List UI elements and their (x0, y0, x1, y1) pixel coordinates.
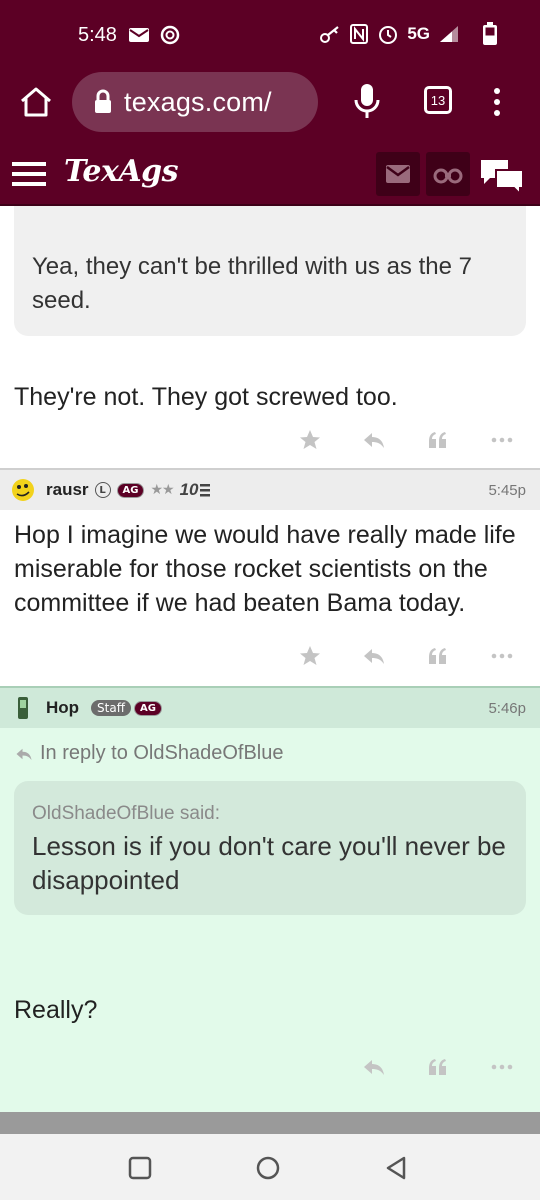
staff-post-body: In reply to OldShadeOfBlue OldShadeOfBlu… (0, 728, 540, 1112)
network-label: 5G (407, 24, 430, 43)
quoted-text: OldShadeOfBlue said: Lesson is if you do… (14, 781, 526, 915)
post-actions (0, 638, 540, 674)
envelope-icon (386, 165, 410, 183)
url-bar[interactable]: texags.com/ (72, 72, 318, 132)
reply-icon[interactable] (362, 644, 386, 668)
post-time: 5:45p (488, 481, 526, 499)
home-nav-icon[interactable] (254, 1154, 282, 1182)
reply-icon[interactable] (362, 428, 386, 452)
post-body: Really? (14, 996, 98, 1024)
hamburger-menu-icon[interactable] (12, 162, 46, 186)
more-horiz-icon[interactable] (490, 428, 514, 452)
texags-logo[interactable]: TexAgs (64, 154, 179, 189)
key-icon (320, 26, 339, 43)
binoculars-icon (433, 168, 463, 184)
microphone-icon[interactable] (352, 82, 382, 120)
battery-icon (483, 22, 497, 45)
staff-badge: Staff (91, 700, 131, 716)
system-nav-bar (0, 1134, 540, 1200)
tab-count: 13 (430, 92, 446, 108)
reply-icon[interactable] (362, 1055, 386, 1079)
post-actions (0, 422, 540, 458)
reply-reference-text: In reply to OldShadeOfBlue (40, 742, 284, 764)
reply-reference[interactable]: In reply to OldShadeOfBlue (0, 728, 540, 765)
ag-badge: AG (116, 482, 145, 498)
post-body: They're not. They got screwed too. (14, 383, 398, 411)
status-time: 5:48 (78, 24, 117, 46)
status-right-icons: 5G (319, 22, 498, 46)
nfc-icon (350, 24, 369, 44)
chrome-icon (160, 25, 180, 45)
letterman-badge: L (94, 482, 111, 498)
more-horiz-icon[interactable] (490, 1055, 514, 1079)
more-horiz-icon[interactable] (490, 644, 514, 668)
thread-content: Yea, they can't be thrilled with us as t… (0, 206, 540, 1112)
quote-body: Lesson is if you don't care you'll never… (32, 831, 506, 895)
post-actions (0, 1049, 540, 1085)
signal-icon (440, 26, 458, 42)
quote-icon[interactable] (426, 428, 450, 452)
avatar[interactable] (10, 695, 36, 721)
post-body: Hop I imagine we would have really made … (14, 521, 516, 617)
alarm-icon (379, 26, 398, 44)
home-icon[interactable] (18, 84, 54, 120)
browser-toolbar: texags.com/ 13 (0, 70, 540, 142)
username[interactable]: Hop (46, 698, 79, 718)
mail-icon (129, 28, 149, 42)
quote-icon[interactable] (426, 1055, 450, 1079)
ag-badge: AG (134, 700, 162, 716)
url-text: texags.com/ (124, 86, 272, 117)
username[interactable]: rausr (46, 480, 89, 500)
chat-bubbles-icon[interactable] (478, 156, 526, 196)
quoted-text: Yea, they can't be thrilled with us as t… (14, 206, 526, 336)
status-bar: 5:48 5G (0, 0, 540, 70)
post-time: 5:46p (488, 699, 526, 717)
star-icon[interactable] (298, 644, 322, 668)
post-header-staff: Hop Staff AG 5:46p (0, 686, 540, 728)
site-header: TexAgs (0, 142, 540, 206)
quote-author: OldShadeOfBlue said: (32, 803, 221, 824)
level-stripes-icon (199, 484, 210, 497)
level-badge: 10 (179, 480, 199, 499)
quote-body: Yea, they can't be thrilled with us as t… (32, 253, 472, 314)
messages-button[interactable] (376, 152, 420, 196)
lock-icon (95, 89, 111, 113)
rank-stars: ★★ (150, 482, 174, 498)
recents-icon[interactable] (126, 1154, 154, 1182)
reply-icon (16, 748, 32, 760)
post-header: rausr L AG ★★ 10 5:45p (0, 468, 540, 510)
watch-button[interactable] (426, 152, 470, 196)
quote-icon[interactable] (426, 644, 450, 668)
more-vert-icon[interactable] (486, 86, 508, 118)
avatar[interactable] (10, 477, 36, 503)
bottom-toolbar-strip (0, 1112, 540, 1134)
star-icon[interactable] (298, 428, 322, 452)
tab-switcher-button[interactable]: 13 (424, 86, 452, 114)
back-icon[interactable] (382, 1154, 410, 1182)
status-left-icons (128, 25, 180, 45)
